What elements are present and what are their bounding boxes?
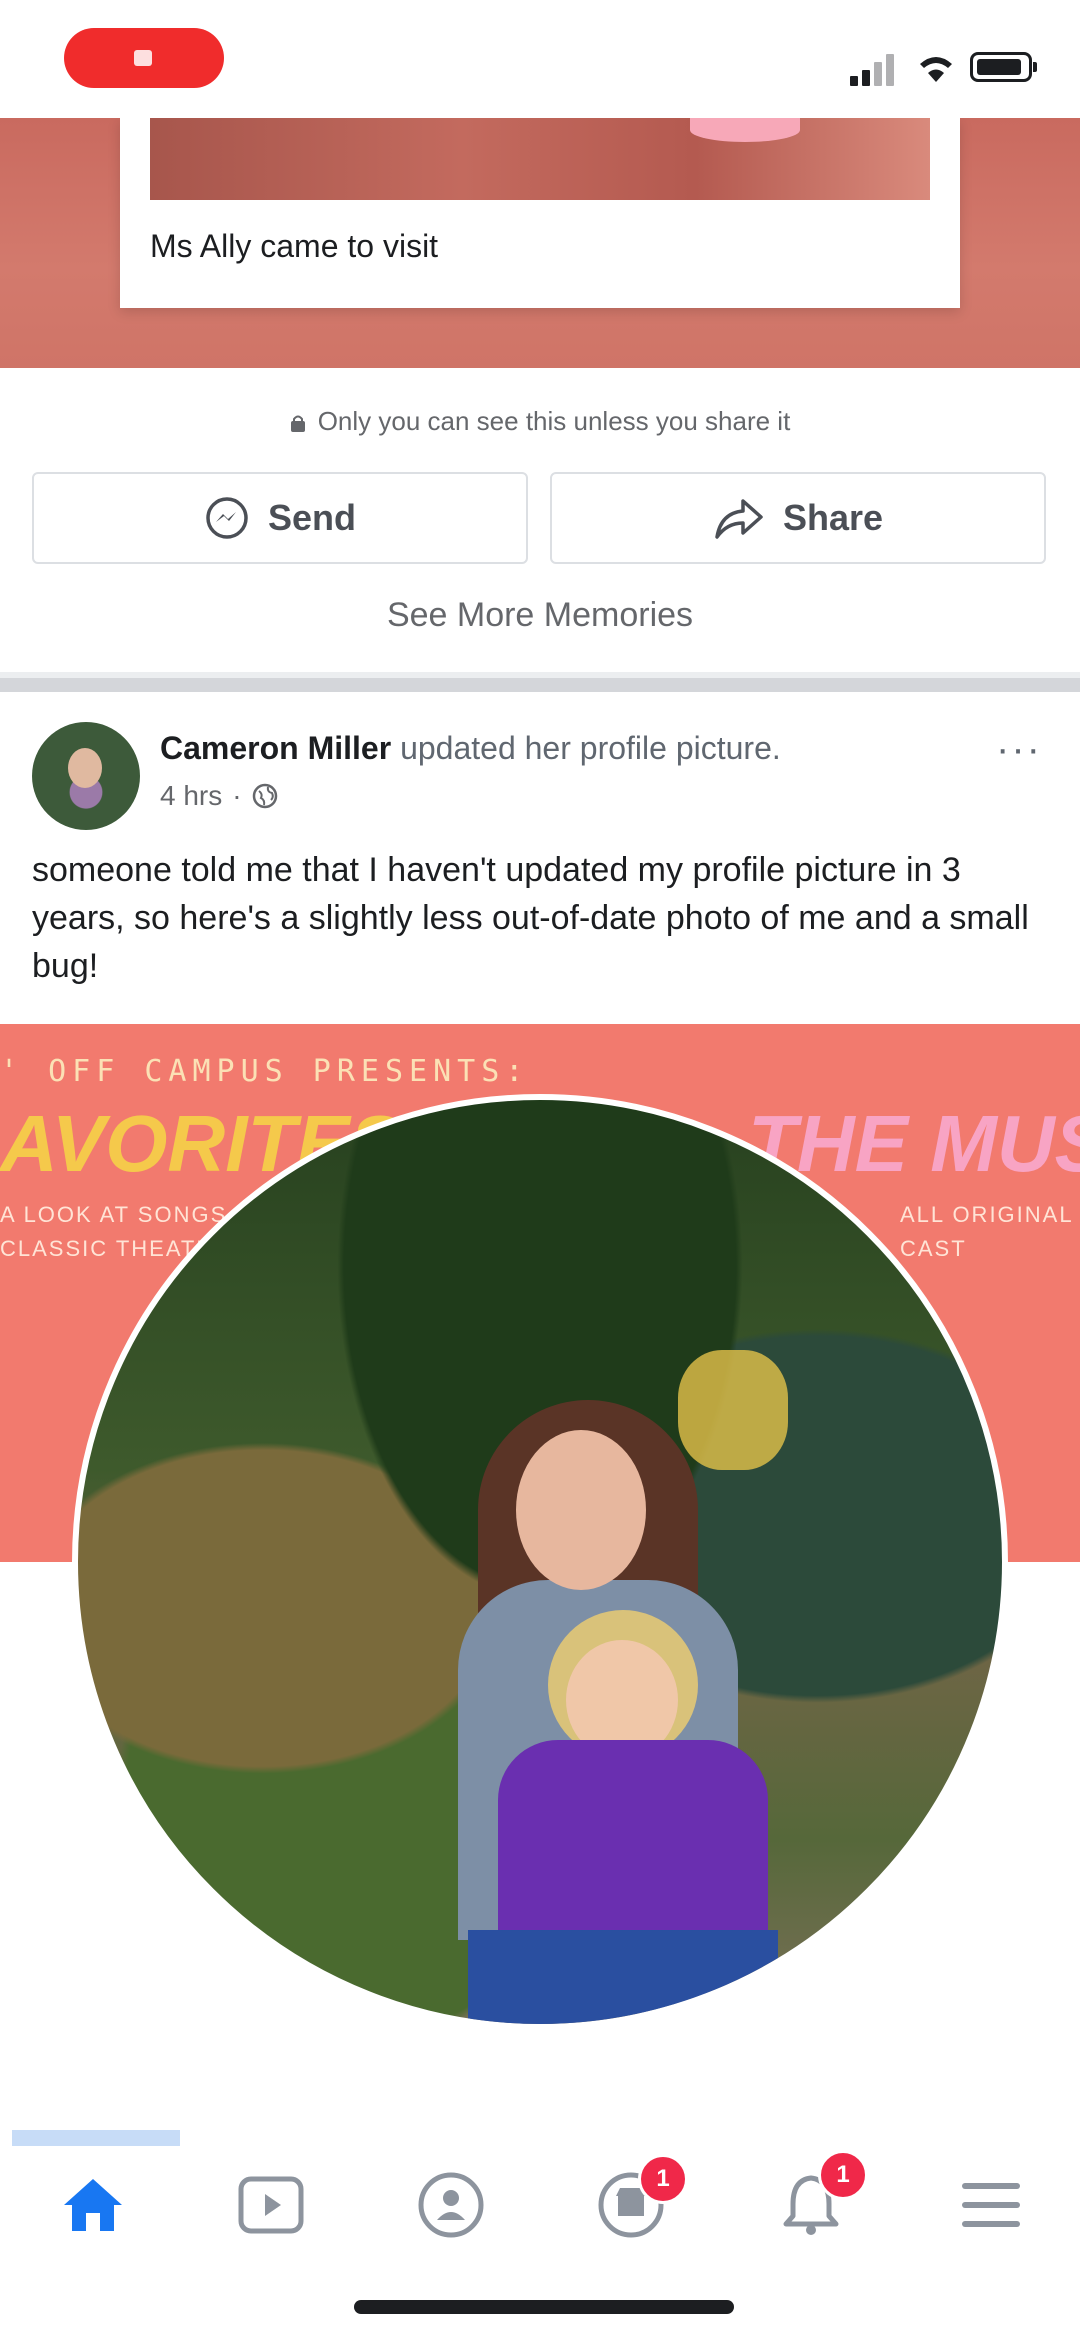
cover-line: ' OFF CAMPUS PRESENTS: <box>0 1054 530 1089</box>
tab-bar <box>0 2146 1080 2266</box>
lock-icon <box>290 415 305 432</box>
record-icon <box>134 50 152 66</box>
tab-menu[interactable] <box>946 2160 1036 2250</box>
post-action: updated her profile picture. <box>391 730 781 766</box>
avatar[interactable] <box>32 722 140 830</box>
marketplace-badge: 1 <box>638 2154 688 2204</box>
tab-home[interactable] <box>48 2160 138 2250</box>
cellular-signal-icon <box>850 52 898 86</box>
tab-groups[interactable] <box>406 2160 496 2250</box>
post-text: someone told me that I haven't updated m… <box>32 851 1029 985</box>
post-author[interactable]: Cameron Miller <box>160 730 391 766</box>
cover-small-right2: CAST <box>900 1236 967 1261</box>
home-icon <box>64 2179 122 2231</box>
globe-icon <box>252 783 277 809</box>
share-button[interactable]: Share <box>550 472 1046 564</box>
privacy-note: Only you can see this unless you share i… <box>0 406 1080 437</box>
privacy-note-text: Only you can see this unless you share i… <box>317 406 791 436</box>
messenger-icon <box>206 497 248 539</box>
see-more-memories-link[interactable]: See More Memories <box>0 596 1080 635</box>
wifi-icon <box>920 57 952 82</box>
send-button[interactable]: Send <box>32 472 528 564</box>
tab-watch[interactable] <box>226 2160 316 2250</box>
tab-notifications[interactable]: 1 <box>766 2150 868 2250</box>
memory-caption: Ms Ally came to visit <box>150 228 439 264</box>
groups-icon <box>418 2172 484 2238</box>
feed-divider <box>0 672 1080 692</box>
active-tab-indicator <box>12 2130 180 2146</box>
menu-icon <box>962 2183 1020 2227</box>
battery-icon <box>970 52 1037 82</box>
profile-photo[interactable] <box>72 1094 1008 2030</box>
post-time[interactable]: 4 hrs <box>160 780 222 812</box>
cover-small-left: A LOOK AT SONGS <box>0 1202 228 1227</box>
post-header: Cameron Miller updated her profile pictu… <box>160 730 781 767</box>
notifications-badge: 1 <box>818 2150 868 2200</box>
cover-small-right: ALL ORIGINAL <box>900 1202 1074 1227</box>
more-options-icon[interactable]: ··· <box>996 729 1052 769</box>
share-label: Share <box>782 497 884 538</box>
home-indicator[interactable] <box>354 2300 734 2314</box>
send-label: Send <box>267 497 356 538</box>
tab-marketplace[interactable]: 1 <box>586 2154 688 2250</box>
post-meta: 4 hrs · <box>160 780 278 812</box>
memory-photo[interactable] <box>150 118 930 200</box>
watch-icon <box>238 2176 304 2234</box>
share-icon <box>715 499 763 539</box>
screen-recording-indicator[interactable] <box>64 28 224 88</box>
status-bar <box>0 0 1080 118</box>
